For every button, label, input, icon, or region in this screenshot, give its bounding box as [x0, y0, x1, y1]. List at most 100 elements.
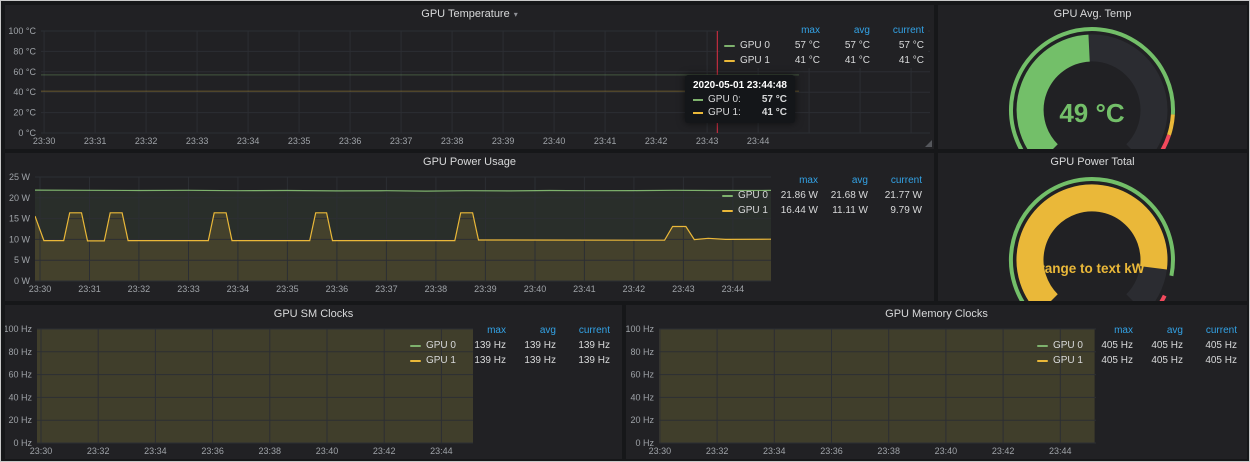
- legend-header-max: max: [772, 175, 818, 186]
- series-color-dash: [410, 360, 421, 362]
- legend-series-gpu1[interactable]: GPU 1: [722, 205, 768, 216]
- legend-value: 139 Hz: [510, 340, 556, 351]
- grafana-dashboard: GPU Temperature▾ 0 °C20 °C40 °C60 °C80 °…: [0, 0, 1250, 462]
- legend-value: 139 Hz: [560, 355, 610, 366]
- svg-text:23:31: 23:31: [84, 136, 107, 146]
- panel-title-gpu-power-total[interactable]: GPU Power Total: [938, 153, 1247, 172]
- legend-series-gpu1[interactable]: GPU 1: [410, 355, 456, 366]
- svg-text:23:41: 23:41: [573, 284, 596, 294]
- svg-text:23:32: 23:32: [706, 446, 729, 456]
- legend-gpu-sm-clocks: max avg current GPU 0 139 Hz 139 Hz 139 …: [406, 323, 614, 368]
- legend-value: 139 Hz: [510, 355, 556, 366]
- series-color-dash: [693, 99, 703, 101]
- legend-value: 21.77 W: [872, 190, 922, 201]
- legend-series-gpu0[interactable]: GPU 0: [724, 40, 770, 51]
- legend-value: 405 Hz: [1087, 340, 1133, 351]
- svg-text:23:44: 23:44: [1049, 446, 1072, 456]
- panel-gpu-avg-temp: GPU Avg. Temp 49 °C: [938, 5, 1247, 149]
- gpu-power-total-gauge: range to text kW: [938, 172, 1247, 301]
- svg-text:23:36: 23:36: [820, 446, 843, 456]
- svg-text:15 W: 15 W: [9, 214, 31, 224]
- tooltip-row: GPU 0:57 °C: [693, 94, 787, 105]
- legend-series-gpu1[interactable]: GPU 1: [724, 55, 770, 66]
- legend-value: 21.68 W: [822, 190, 868, 201]
- svg-text:23:42: 23:42: [992, 446, 1015, 456]
- legend-value: 9.79 W: [872, 205, 922, 216]
- svg-text:23:43: 23:43: [672, 284, 695, 294]
- legend-header-avg: avg: [510, 325, 556, 336]
- legend-value: 405 Hz: [1187, 355, 1237, 366]
- panel-gpu-temperature: GPU Temperature▾ 0 °C20 °C40 °C60 °C80 °…: [5, 5, 934, 149]
- legend-value: 41 °C: [774, 55, 820, 66]
- svg-text:20 W: 20 W: [9, 193, 31, 203]
- svg-text:23:32: 23:32: [135, 136, 158, 146]
- svg-text:23:39: 23:39: [492, 136, 515, 146]
- legend-header-max: max: [1087, 325, 1133, 336]
- gpu-avg-temp-gauge: 49 °C: [938, 24, 1247, 149]
- series-color-dash: [410, 345, 421, 347]
- series-color-dash: [693, 112, 703, 114]
- panel-title-gpu-temperature[interactable]: GPU Temperature▾: [5, 5, 934, 24]
- tooltip-time: 2020-05-01 23:44:48: [693, 80, 787, 91]
- svg-text:20 Hz: 20 Hz: [630, 415, 654, 425]
- svg-text:60 Hz: 60 Hz: [630, 370, 654, 380]
- svg-text:60 Hz: 60 Hz: [8, 370, 32, 380]
- series-color-dash: [724, 60, 735, 62]
- legend-series-gpu0[interactable]: GPU 0: [722, 190, 768, 201]
- legend-value: 41 °C: [824, 55, 870, 66]
- panel-title-gpu-avg-temp[interactable]: GPU Avg. Temp: [938, 5, 1247, 24]
- series-color-dash: [722, 210, 733, 212]
- legend-header-avg: avg: [822, 175, 868, 186]
- svg-text:23:31: 23:31: [78, 284, 101, 294]
- svg-text:100 Hz: 100 Hz: [5, 324, 32, 334]
- legend-series-gpu0[interactable]: GPU 0: [410, 340, 456, 351]
- legend-header-avg: avg: [1137, 325, 1183, 336]
- series-color-dash: [1037, 345, 1048, 347]
- svg-text:23:39: 23:39: [474, 284, 497, 294]
- legend-header-current: current: [560, 325, 610, 336]
- legend-value: 405 Hz: [1187, 340, 1237, 351]
- series-color-dash: [722, 195, 733, 197]
- svg-text:23:40: 23:40: [316, 446, 339, 456]
- svg-text:23:32: 23:32: [128, 284, 151, 294]
- svg-text:23:35: 23:35: [288, 136, 311, 146]
- svg-text:23:42: 23:42: [623, 284, 646, 294]
- svg-text:80 Hz: 80 Hz: [8, 347, 32, 357]
- svg-text:23:40: 23:40: [935, 446, 958, 456]
- panel-gpu-memory-clocks: GPU Memory Clocks 0 Hz20 Hz40 Hz60 Hz80 …: [626, 305, 1247, 459]
- svg-text:60 °C: 60 °C: [13, 67, 36, 77]
- tooltip-row: GPU 1:41 °C: [693, 107, 787, 118]
- svg-text:23:32: 23:32: [87, 446, 110, 456]
- svg-text:23:42: 23:42: [373, 446, 396, 456]
- legend-gpu-temperature: max avg current GPU 0 57 °C 57 °C 57 °C …: [720, 23, 928, 68]
- legend-value: 57 °C: [774, 40, 820, 51]
- svg-text:20 °C: 20 °C: [13, 108, 36, 118]
- panel-gpu-power-usage: GPU Power Usage 0 W5 W10 W15 W20 W25 W23…: [5, 153, 934, 301]
- legend-value: 11.11 W: [822, 205, 868, 216]
- panel-title-gpu-memory-clocks[interactable]: GPU Memory Clocks: [626, 305, 1247, 324]
- svg-text:23:35: 23:35: [276, 284, 299, 294]
- legend-gpu-memory-clocks: max avg current GPU 0 405 Hz 405 Hz 405 …: [1033, 323, 1241, 368]
- svg-text:23:40: 23:40: [524, 284, 547, 294]
- svg-text:23:38: 23:38: [259, 446, 282, 456]
- svg-text:40 Hz: 40 Hz: [8, 392, 32, 402]
- panel-resize-handle[interactable]: [925, 140, 932, 147]
- svg-text:23:44: 23:44: [747, 136, 770, 146]
- svg-text:23:38: 23:38: [425, 284, 448, 294]
- svg-text:80 Hz: 80 Hz: [630, 347, 654, 357]
- legend-series-gpu1[interactable]: GPU 1: [1037, 355, 1083, 366]
- svg-text:40 °C: 40 °C: [13, 87, 36, 97]
- svg-text:23:37: 23:37: [390, 136, 413, 146]
- legend-value: 405 Hz: [1137, 340, 1183, 351]
- panel-title-gpu-sm-clocks[interactable]: GPU SM Clocks: [5, 305, 622, 324]
- series-color-dash: [724, 45, 735, 47]
- svg-text:49 °C: 49 °C: [1059, 98, 1125, 128]
- svg-text:25 W: 25 W: [9, 172, 31, 182]
- svg-text:23:41: 23:41: [594, 136, 617, 146]
- legend-series-gpu0[interactable]: GPU 0: [1037, 340, 1083, 351]
- panel-title-gpu-power-usage[interactable]: GPU Power Usage: [5, 153, 934, 172]
- svg-text:23:36: 23:36: [326, 284, 349, 294]
- panel-gpu-power-total: GPU Power Total range to text kW: [938, 153, 1247, 301]
- graph-tooltip: 2020-05-01 23:44:48 GPU 0:57 °C GPU 1:41…: [685, 75, 795, 123]
- legend-value: 405 Hz: [1087, 355, 1133, 366]
